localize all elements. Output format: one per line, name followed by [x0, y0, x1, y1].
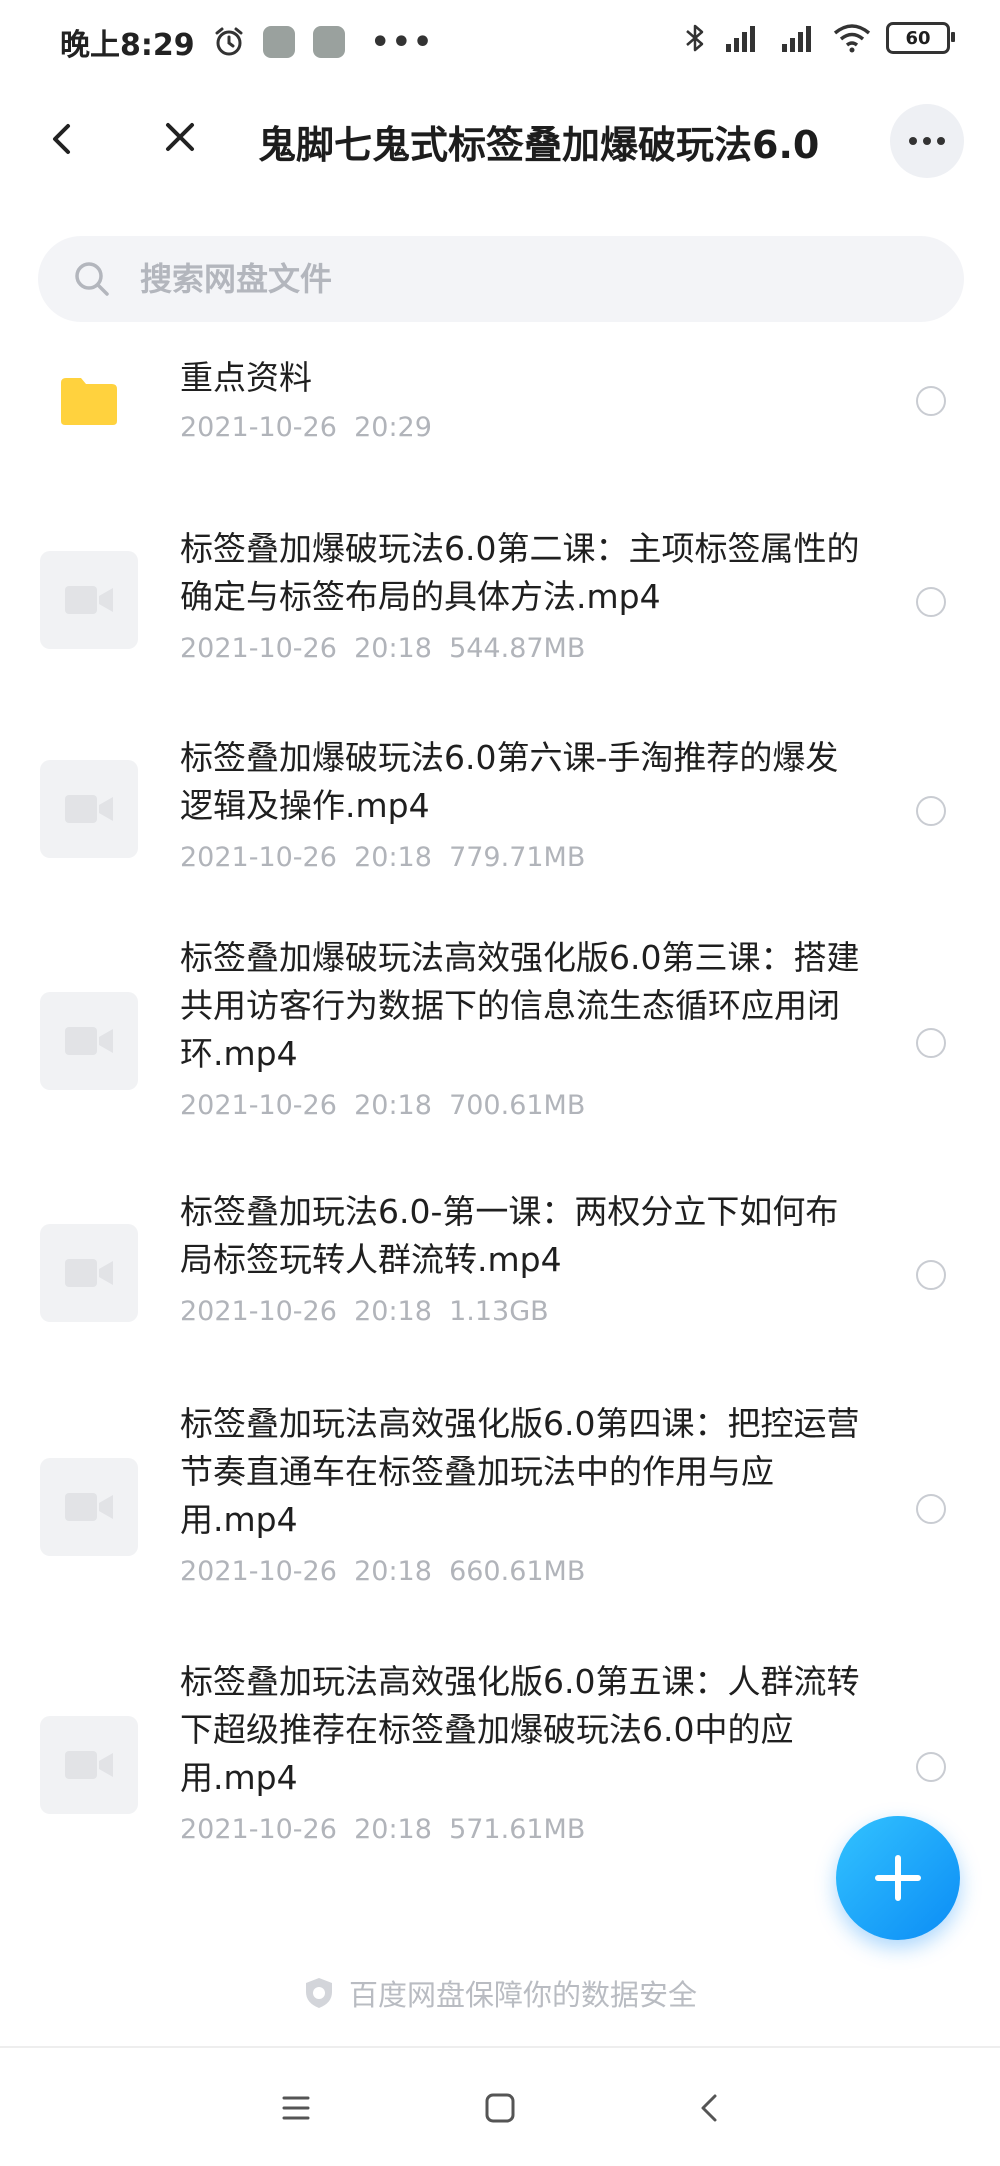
file-date: 2021-10-26 — [180, 1556, 337, 1587]
video-thumb — [40, 551, 138, 649]
file-meta: 2021-10-26 20:18 700.61MB — [180, 1090, 585, 1121]
signal-hd-icon — [726, 26, 755, 52]
video-icon — [65, 795, 113, 823]
file-size: 571.61MB — [449, 1814, 586, 1845]
bluetooth-icon — [686, 24, 704, 52]
file-time: 20:18 — [354, 1090, 432, 1121]
list-item[interactable]: 标签叠加爆破玩法6.0第六课-手淘推荐的爆发逻辑及操作.mp4 2021-10-… — [0, 724, 1000, 894]
select-radio[interactable] — [916, 386, 946, 416]
file-name: 标签叠加玩法6.0-第一课：两权分立下如何布局标签玩转人群流转.mp4 — [180, 1192, 839, 1279]
file-meta: 2021-10-26 20:29 — [180, 412, 432, 443]
battery-level: 60 — [905, 27, 931, 49]
select-radio[interactable] — [916, 796, 946, 826]
video-icon — [65, 1751, 113, 1779]
search-bar[interactable] — [38, 236, 964, 322]
file-name: 标签叠加玩法高效强化版6.0第四课：把控运营节奏直通车在标签叠加玩法中的作用与应… — [180, 1404, 860, 1539]
file-meta: 2021-10-26 20:18 544.87MB — [180, 633, 585, 664]
select-radio[interactable] — [916, 1028, 946, 1058]
file-size: 700.61MB — [449, 1090, 586, 1121]
safety-text: 百度网盘保障你的数据安全 — [348, 1978, 697, 2012]
file-name: 标签叠加玩法高效强化版6.0第五课：人群流转下超级推荐在标签叠加爆破玩法6.0中… — [180, 1662, 860, 1797]
safety-note: 百度网盘保障你的数据安全 — [0, 1968, 1000, 2018]
select-radio[interactable] — [916, 587, 946, 617]
list-item[interactable]: 标签叠加爆破玩法高效强化版6.0第三课：搭建共用访客行为数据下的信息流生态循环应… — [0, 934, 1000, 1144]
wechat-icon — [262, 26, 295, 58]
search-input[interactable] — [138, 259, 922, 299]
video-thumb — [40, 760, 138, 858]
file-name: 标签叠加爆破玩法6.0第六课-手淘推荐的爆发逻辑及操作.mp4 — [180, 738, 839, 825]
file-meta: 2021-10-26 20:18 660.61MB — [180, 1556, 585, 1587]
video-icon — [65, 1259, 113, 1287]
file-size: 779.71MB — [449, 842, 586, 873]
video-icon — [65, 586, 113, 614]
wifi-icon — [833, 24, 871, 53]
file-size: 660.61MB — [449, 1556, 586, 1587]
file-date: 2021-10-26 — [180, 1090, 337, 1121]
plus-icon — [875, 1855, 921, 1901]
file-date: 2021-10-26 — [180, 1296, 337, 1327]
file-name: 标签叠加爆破玩法高效强化版6.0第三课：搭建共用访客行为数据下的信息流生态循环应… — [180, 938, 860, 1073]
folder-icon — [61, 378, 117, 425]
more-notifications-icon: ••• — [370, 24, 435, 60]
video-thumb — [40, 1224, 138, 1322]
file-name: 重点资料 — [180, 358, 312, 397]
signal-hd-icon — [782, 26, 811, 52]
file-date: 2021-10-26 — [180, 633, 337, 664]
list-item[interactable]: 标签叠加玩法高效强化版6.0第四课：把控运营节奏直通车在标签叠加玩法中的作用与应… — [0, 1400, 1000, 1610]
video-thumb — [40, 1458, 138, 1556]
file-date: 2021-10-26 — [180, 412, 337, 443]
status-bar: 晚上8:29 ••• 60 — [0, 0, 1000, 84]
list-item[interactable]: 标签叠加玩法高效强化版6.0第五课：人群流转下超级推荐在标签叠加爆破玩法6.0中… — [0, 1658, 1000, 1868]
battery-icon: 60 — [886, 22, 955, 54]
file-date: 2021-10-26 — [180, 842, 337, 873]
add-button[interactable] — [836, 1816, 960, 1940]
wechat-icon — [312, 26, 345, 58]
list-item-folder[interactable]: 重点资料 2021-10-26 20:29 — [0, 340, 1000, 490]
file-time: 20:18 — [354, 1814, 432, 1845]
top-app-bar: 鬼脚七鬼式标签叠加爆破玩法6.0 — [0, 96, 1000, 184]
status-time: 晚上8:29 — [60, 28, 195, 63]
file-date: 2021-10-26 — [180, 1814, 337, 1845]
search-icon — [75, 262, 109, 296]
file-time: 20:18 — [354, 1556, 432, 1587]
file-name: 标签叠加爆破玩法6.0第二课：主项标签属性的确定与标签布局的具体方法.mp4 — [180, 529, 860, 616]
file-size: 1.13GB — [449, 1296, 549, 1327]
file-time: 20:29 — [354, 412, 432, 443]
select-radio[interactable] — [916, 1260, 946, 1290]
video-thumb — [40, 992, 138, 1090]
file-time: 20:18 — [354, 633, 432, 664]
menu-icon[interactable] — [276, 2088, 316, 2128]
close-icon[interactable] — [155, 112, 205, 162]
file-time: 20:18 — [354, 842, 432, 873]
list-item[interactable]: 标签叠加玩法6.0-第一课：两权分立下如何布局标签玩转人群流转.mp4 2021… — [0, 1188, 1000, 1358]
more-icon — [909, 137, 945, 145]
back-nav-icon[interactable] — [690, 2088, 730, 2128]
select-radio[interactable] — [916, 1494, 946, 1524]
file-size: 544.87MB — [449, 633, 586, 664]
alarm-icon — [215, 27, 243, 56]
file-time: 20:18 — [354, 1296, 432, 1327]
list-item[interactable]: 标签叠加爆破玩法6.0第二课：主项标签属性的确定与标签布局的具体方法.mp4 2… — [0, 515, 1000, 685]
home-icon[interactable] — [480, 2088, 520, 2128]
shield-icon — [305, 1978, 332, 2008]
video-thumb — [40, 1716, 138, 1814]
back-icon[interactable] — [38, 114, 88, 164]
more-options-button[interactable] — [890, 104, 964, 178]
file-meta: 2021-10-26 20:18 571.61MB — [180, 1814, 585, 1845]
page-title: 鬼脚七鬼式标签叠加爆破玩法6.0 — [258, 123, 820, 167]
file-meta: 2021-10-26 20:18 779.71MB — [180, 842, 585, 873]
select-radio[interactable] — [916, 1752, 946, 1782]
system-nav-bar — [0, 2048, 1000, 2166]
file-meta: 2021-10-26 20:18 1.13GB — [180, 1296, 549, 1327]
video-icon — [65, 1027, 113, 1055]
video-icon — [65, 1493, 113, 1521]
folder-thumb — [40, 352, 138, 450]
